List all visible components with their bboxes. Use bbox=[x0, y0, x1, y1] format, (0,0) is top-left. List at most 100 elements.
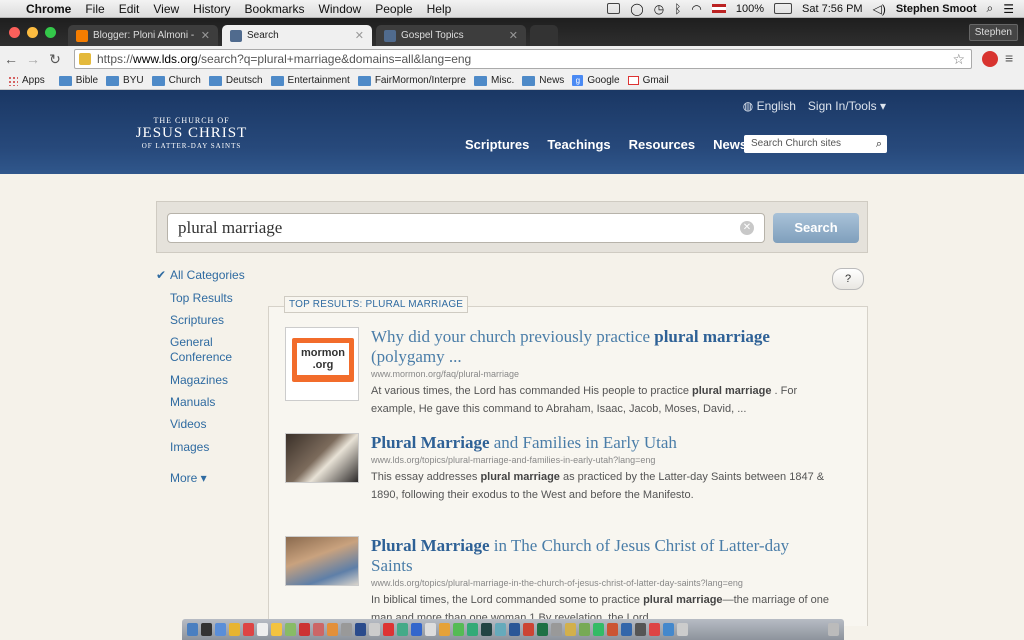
airplay-icon[interactable] bbox=[607, 3, 621, 14]
bookmark-bible[interactable]: Bible bbox=[58, 75, 98, 86]
battery-icon[interactable] bbox=[774, 3, 793, 14]
close-window-icon[interactable] bbox=[9, 27, 20, 38]
close-tab-icon[interactable]: ✕ bbox=[355, 29, 364, 42]
category-images[interactable]: Images bbox=[170, 440, 209, 454]
app-icon[interactable] bbox=[663, 623, 674, 636]
app-icon[interactable] bbox=[635, 623, 646, 636]
search-query-input[interactable]: plural marriage ✕ bbox=[167, 213, 765, 243]
app-icon[interactable] bbox=[383, 623, 394, 636]
profile-button[interactable]: Stephen bbox=[968, 24, 1018, 41]
forward-arrow-icon[interactable]: → bbox=[22, 51, 44, 67]
tab-search[interactable]: Search ✕ bbox=[222, 25, 372, 46]
bookmark-news[interactable]: News bbox=[522, 75, 564, 86]
app-icon[interactable] bbox=[369, 623, 380, 636]
app-icon[interactable] bbox=[551, 623, 562, 636]
nav-scriptures[interactable]: Scriptures bbox=[465, 137, 529, 152]
app-store-icon[interactable] bbox=[215, 623, 226, 636]
back-arrow-icon[interactable]: ← bbox=[0, 51, 22, 67]
itunes-icon[interactable] bbox=[299, 623, 310, 636]
messages-icon[interactable]: ◯ bbox=[630, 2, 643, 16]
result-thumbnail[interactable] bbox=[285, 536, 359, 586]
app-icon[interactable] bbox=[397, 623, 408, 636]
bookmark-byu[interactable]: BYU bbox=[106, 75, 144, 86]
app-icon[interactable] bbox=[411, 623, 422, 636]
church-logo[interactable]: THE CHURCH OF JESUS CHRIST OF LATTER-DAY… bbox=[134, 116, 249, 150]
spotlight-icon[interactable]: ⌕ bbox=[987, 1, 994, 16]
bookmark-star-icon[interactable]: ☆ bbox=[952, 51, 965, 68]
app-icon[interactable] bbox=[579, 623, 590, 636]
bookmark-entertainment[interactable]: Entertainment bbox=[270, 75, 350, 86]
category-all[interactable]: All Categories bbox=[156, 268, 245, 282]
menu-view[interactable]: View bbox=[153, 2, 179, 16]
reload-icon[interactable]: ↻ bbox=[44, 51, 66, 68]
app-icon[interactable] bbox=[565, 623, 576, 636]
app-icon[interactable] bbox=[495, 623, 506, 636]
app-icon[interactable] bbox=[355, 623, 366, 636]
category-general-conference[interactable]: General Conference bbox=[170, 335, 240, 365]
nav-news[interactable]: News bbox=[713, 137, 747, 152]
excel-icon[interactable] bbox=[537, 623, 548, 636]
category-manuals[interactable]: Manuals bbox=[170, 395, 215, 409]
result-thumbnail[interactable] bbox=[285, 433, 359, 483]
bookmark-gmail[interactable]: Gmail bbox=[627, 75, 669, 86]
app-icon[interactable] bbox=[453, 623, 464, 636]
app-icon[interactable] bbox=[467, 623, 478, 636]
notes-icon[interactable] bbox=[257, 623, 268, 636]
app-icon[interactable] bbox=[621, 623, 632, 636]
app-icon[interactable] bbox=[607, 623, 618, 636]
menu-help[interactable]: Help bbox=[427, 2, 452, 16]
category-scriptures[interactable]: Scriptures bbox=[170, 313, 224, 327]
app-icon[interactable] bbox=[439, 623, 450, 636]
app-icon[interactable] bbox=[649, 623, 660, 636]
close-tab-icon[interactable]: ✕ bbox=[509, 29, 518, 42]
trash-icon[interactable] bbox=[828, 623, 839, 636]
menu-people[interactable]: People bbox=[375, 2, 412, 16]
category-top-results[interactable]: Top Results bbox=[170, 291, 233, 305]
notification-center-icon[interactable]: ☰ bbox=[1003, 2, 1014, 16]
time-machine-icon[interactable]: ◷ bbox=[654, 2, 664, 16]
word-icon[interactable] bbox=[509, 623, 520, 636]
menu-window[interactable]: Window bbox=[319, 2, 362, 16]
site-search-input[interactable]: Search Church sites ⌕ bbox=[744, 135, 887, 153]
minimize-window-icon[interactable] bbox=[27, 27, 38, 38]
menu-app-name[interactable]: Chrome bbox=[26, 2, 71, 16]
wifi-icon[interactable]: ◠ bbox=[691, 2, 701, 16]
result-title-link[interactable]: Why did your church previously practice … bbox=[371, 327, 831, 367]
menu-file[interactable]: File bbox=[85, 2, 104, 16]
downloads-stack-icon[interactable] bbox=[677, 623, 688, 636]
powerpoint-icon[interactable] bbox=[523, 623, 534, 636]
menu-edit[interactable]: Edit bbox=[119, 2, 140, 16]
zoom-window-icon[interactable] bbox=[45, 27, 56, 38]
sign-in-tools-link[interactable]: Sign In/Tools ▾ bbox=[808, 99, 886, 113]
address-bar[interactable]: https:// www.lds.org /search?q=plural+ma… bbox=[74, 49, 972, 69]
search-button[interactable]: Search bbox=[773, 213, 859, 243]
bookmark-google[interactable]: g Google bbox=[572, 75, 620, 86]
flag-icon[interactable] bbox=[711, 4, 726, 13]
result-title-link[interactable]: Plural Marriage and Families in Early Ut… bbox=[371, 433, 831, 453]
bookmark-apps[interactable]: Apps bbox=[8, 75, 45, 86]
ibooks-icon[interactable] bbox=[327, 623, 338, 636]
menubar-clock[interactable]: Sat 7:56 PM bbox=[802, 3, 863, 15]
stickies-icon[interactable] bbox=[271, 623, 282, 636]
result-thumbnail[interactable]: mormon .org bbox=[285, 327, 359, 401]
terminal-icon[interactable] bbox=[481, 623, 492, 636]
more-categories-link[interactable]: More ▾ bbox=[170, 471, 207, 485]
preview-icon[interactable] bbox=[341, 623, 352, 636]
extension-icon[interactable] bbox=[982, 51, 998, 67]
category-magazines[interactable]: Magazines bbox=[170, 373, 228, 387]
nav-resources[interactable]: Resources bbox=[629, 137, 695, 152]
volume-icon[interactable]: ◁) bbox=[873, 2, 886, 16]
facetime-icon[interactable] bbox=[285, 623, 296, 636]
app-icon[interactable] bbox=[425, 623, 436, 636]
nav-teachings[interactable]: Teachings bbox=[547, 137, 610, 152]
search-icon[interactable]: ⌕ bbox=[876, 135, 882, 153]
tab-blogger[interactable]: Blogger: Ploni Almoni - Cr ✕ bbox=[68, 25, 218, 46]
bookmark-misc[interactable]: Misc. bbox=[473, 75, 514, 86]
chrome-menu-icon[interactable]: ≡ bbox=[1005, 51, 1017, 65]
bookmark-church[interactable]: Church bbox=[151, 75, 201, 86]
menu-bookmarks[interactable]: Bookmarks bbox=[245, 2, 305, 16]
calendar-icon[interactable] bbox=[243, 623, 254, 636]
tab-gospel-topics[interactable]: Gospel Topics ✕ bbox=[376, 25, 526, 46]
new-tab-button[interactable] bbox=[530, 25, 558, 46]
language-selector[interactable]: ◍ English bbox=[743, 99, 796, 113]
